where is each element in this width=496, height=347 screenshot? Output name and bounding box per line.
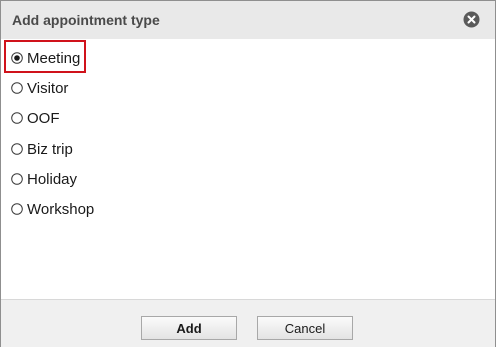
add-button[interactable]: Add bbox=[141, 316, 237, 340]
option-label: Holiday bbox=[27, 170, 78, 188]
close-icon[interactable] bbox=[463, 11, 480, 28]
radio-icon[interactable] bbox=[11, 82, 23, 94]
add-appointment-type-dialog: Add appointment type Meeting Visitor OOF… bbox=[0, 0, 496, 347]
option-oof[interactable]: OOF bbox=[11, 108, 60, 128]
option-holiday[interactable]: Holiday bbox=[11, 169, 77, 189]
option-label: OOF bbox=[27, 109, 60, 127]
option-label: Biz trip bbox=[27, 140, 73, 158]
dialog-title: Add appointment type bbox=[12, 12, 160, 28]
radio-icon[interactable] bbox=[11, 112, 23, 124]
option-biz-trip[interactable]: Biz trip bbox=[11, 139, 73, 159]
option-label: Meeting bbox=[27, 49, 81, 67]
option-visitor[interactable]: Visitor bbox=[11, 78, 68, 98]
radio-icon[interactable] bbox=[11, 203, 23, 215]
option-label: Visitor bbox=[27, 79, 69, 97]
cancel-button[interactable]: Cancel bbox=[257, 316, 353, 340]
radio-icon[interactable] bbox=[11, 143, 23, 155]
radio-selected-icon[interactable] bbox=[11, 52, 23, 64]
radio-icon[interactable] bbox=[11, 173, 23, 185]
dialog-footer: Add Cancel bbox=[1, 299, 495, 347]
dialog-titlebar: Add appointment type bbox=[1, 1, 495, 39]
option-label: Workshop bbox=[27, 200, 95, 218]
option-meeting[interactable]: Meeting bbox=[11, 48, 80, 68]
option-workshop[interactable]: Workshop bbox=[11, 199, 94, 219]
